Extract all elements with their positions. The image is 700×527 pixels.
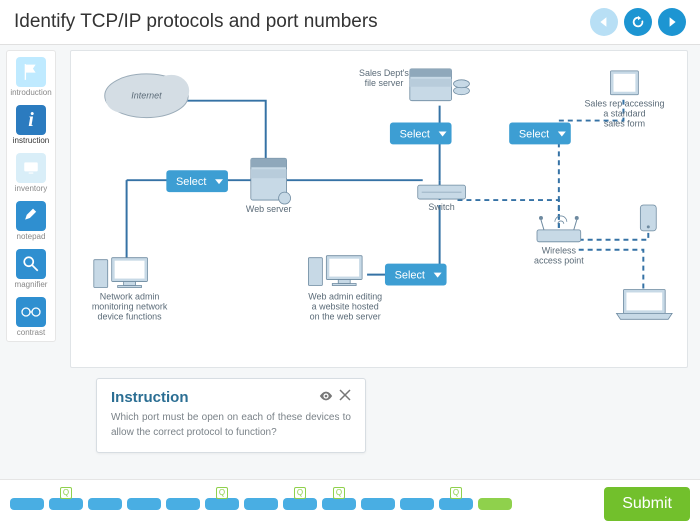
instruction-text: Which port must be open on each of these… <box>111 410 351 440</box>
progress-chip[interactable] <box>439 498 473 510</box>
progress-chip-current[interactable] <box>478 498 512 510</box>
node-web-admin: Web admin editinga website hostedon the … <box>308 256 382 322</box>
progress-chip[interactable] <box>400 498 434 510</box>
internet-label: Internet <box>131 91 162 101</box>
glasses-icon <box>16 297 46 327</box>
flag-icon <box>16 57 46 87</box>
svg-text:Sales rep accessinga standards: Sales rep accessinga standardsales form <box>584 99 664 129</box>
refresh-button[interactable] <box>624 8 652 36</box>
svg-text:Select: Select <box>176 176 206 188</box>
sidebar-item-label: magnifier <box>15 280 48 289</box>
sidebar-item-inventory[interactable]: inventory <box>7 149 55 195</box>
instruction-title: Instruction <box>111 389 189 406</box>
svg-text:Switch: Switch <box>428 202 454 212</box>
svg-text:Network adminmonitoring networ: Network adminmonitoring networkdevice fu… <box>92 291 168 321</box>
next-button[interactable] <box>658 8 686 36</box>
screen-icon <box>16 153 46 183</box>
progress-chip[interactable] <box>205 498 239 510</box>
progress-chip[interactable] <box>88 498 122 510</box>
submit-button[interactable]: Submit <box>604 487 690 521</box>
sidebar-item-label: notepad <box>17 232 46 241</box>
sidebar-item-introduction[interactable]: introduction <box>7 53 55 99</box>
node-phone <box>640 205 656 231</box>
select-file-server[interactable]: Select <box>390 123 452 145</box>
progress-chip[interactable] <box>10 498 44 510</box>
svg-text:Wirelessaccess point: Wirelessaccess point <box>534 246 584 266</box>
triangle-right-icon <box>666 16 678 28</box>
prev-button[interactable] <box>590 8 618 36</box>
sidebar-item-instruction[interactable]: i instruction <box>7 101 55 147</box>
sidebar-item-label: instruction <box>13 136 49 145</box>
node-internet: Internet <box>105 74 189 118</box>
sidebar: introduction i instruction inventory not… <box>6 50 56 342</box>
refresh-icon <box>631 15 645 29</box>
progress-chip[interactable] <box>322 498 356 510</box>
progress-chip[interactable] <box>283 498 317 510</box>
progress-bar <box>10 498 604 510</box>
node-network-admin: Network adminmonitoring networkdevice fu… <box>92 258 168 322</box>
sidebar-item-label: introduction <box>10 88 51 97</box>
close-icon[interactable] <box>339 389 351 406</box>
select-web-admin[interactable]: Select <box>385 264 447 286</box>
progress-chip[interactable] <box>361 498 395 510</box>
progress-chip[interactable] <box>127 498 161 510</box>
node-laptop <box>616 289 672 319</box>
magnifier-icon <box>16 249 46 279</box>
sidebar-item-notepad[interactable]: notepad <box>7 197 55 243</box>
triangle-left-icon <box>598 16 610 28</box>
info-icon: i <box>16 105 46 135</box>
svg-text:Select: Select <box>519 128 549 140</box>
progress-chip[interactable] <box>166 498 200 510</box>
sidebar-item-label: contrast <box>17 328 45 337</box>
svg-text:Sales Dept'sfile server: Sales Dept'sfile server <box>359 68 409 88</box>
sidebar-item-magnifier[interactable]: magnifier <box>7 245 55 291</box>
header: Identify TCP/IP protocols and port numbe… <box>0 0 700 45</box>
instruction-panel: Instruction Which port must be open on e… <box>96 378 366 453</box>
node-file-server: Sales Dept'sfile server <box>359 68 469 101</box>
svg-text:Select: Select <box>400 128 430 140</box>
eye-icon[interactable] <box>319 389 333 406</box>
pencil-icon <box>16 201 46 231</box>
page-title: Identify TCP/IP protocols and port numbe… <box>14 11 378 33</box>
svg-text:Web server: Web server <box>246 204 292 214</box>
select-web-server[interactable]: Select <box>166 170 228 192</box>
sidebar-item-contrast[interactable]: contrast <box>7 293 55 339</box>
footer: Submit <box>0 479 700 527</box>
select-sales-rep[interactable]: Select <box>509 123 571 145</box>
sidebar-item-label: inventory <box>15 184 47 193</box>
progress-chip[interactable] <box>49 498 83 510</box>
node-switch: Switch <box>418 185 466 212</box>
svg-text:Web admin editinga website hos: Web admin editinga website hostedon the … <box>308 291 382 321</box>
progress-chip[interactable] <box>244 498 278 510</box>
nav-controls <box>590 8 686 36</box>
node-web-server: Web server <box>246 158 292 214</box>
svg-text:Select: Select <box>395 270 425 282</box>
network-diagram: Internet Sales Dept'sfile server Web ser… <box>70 50 688 368</box>
